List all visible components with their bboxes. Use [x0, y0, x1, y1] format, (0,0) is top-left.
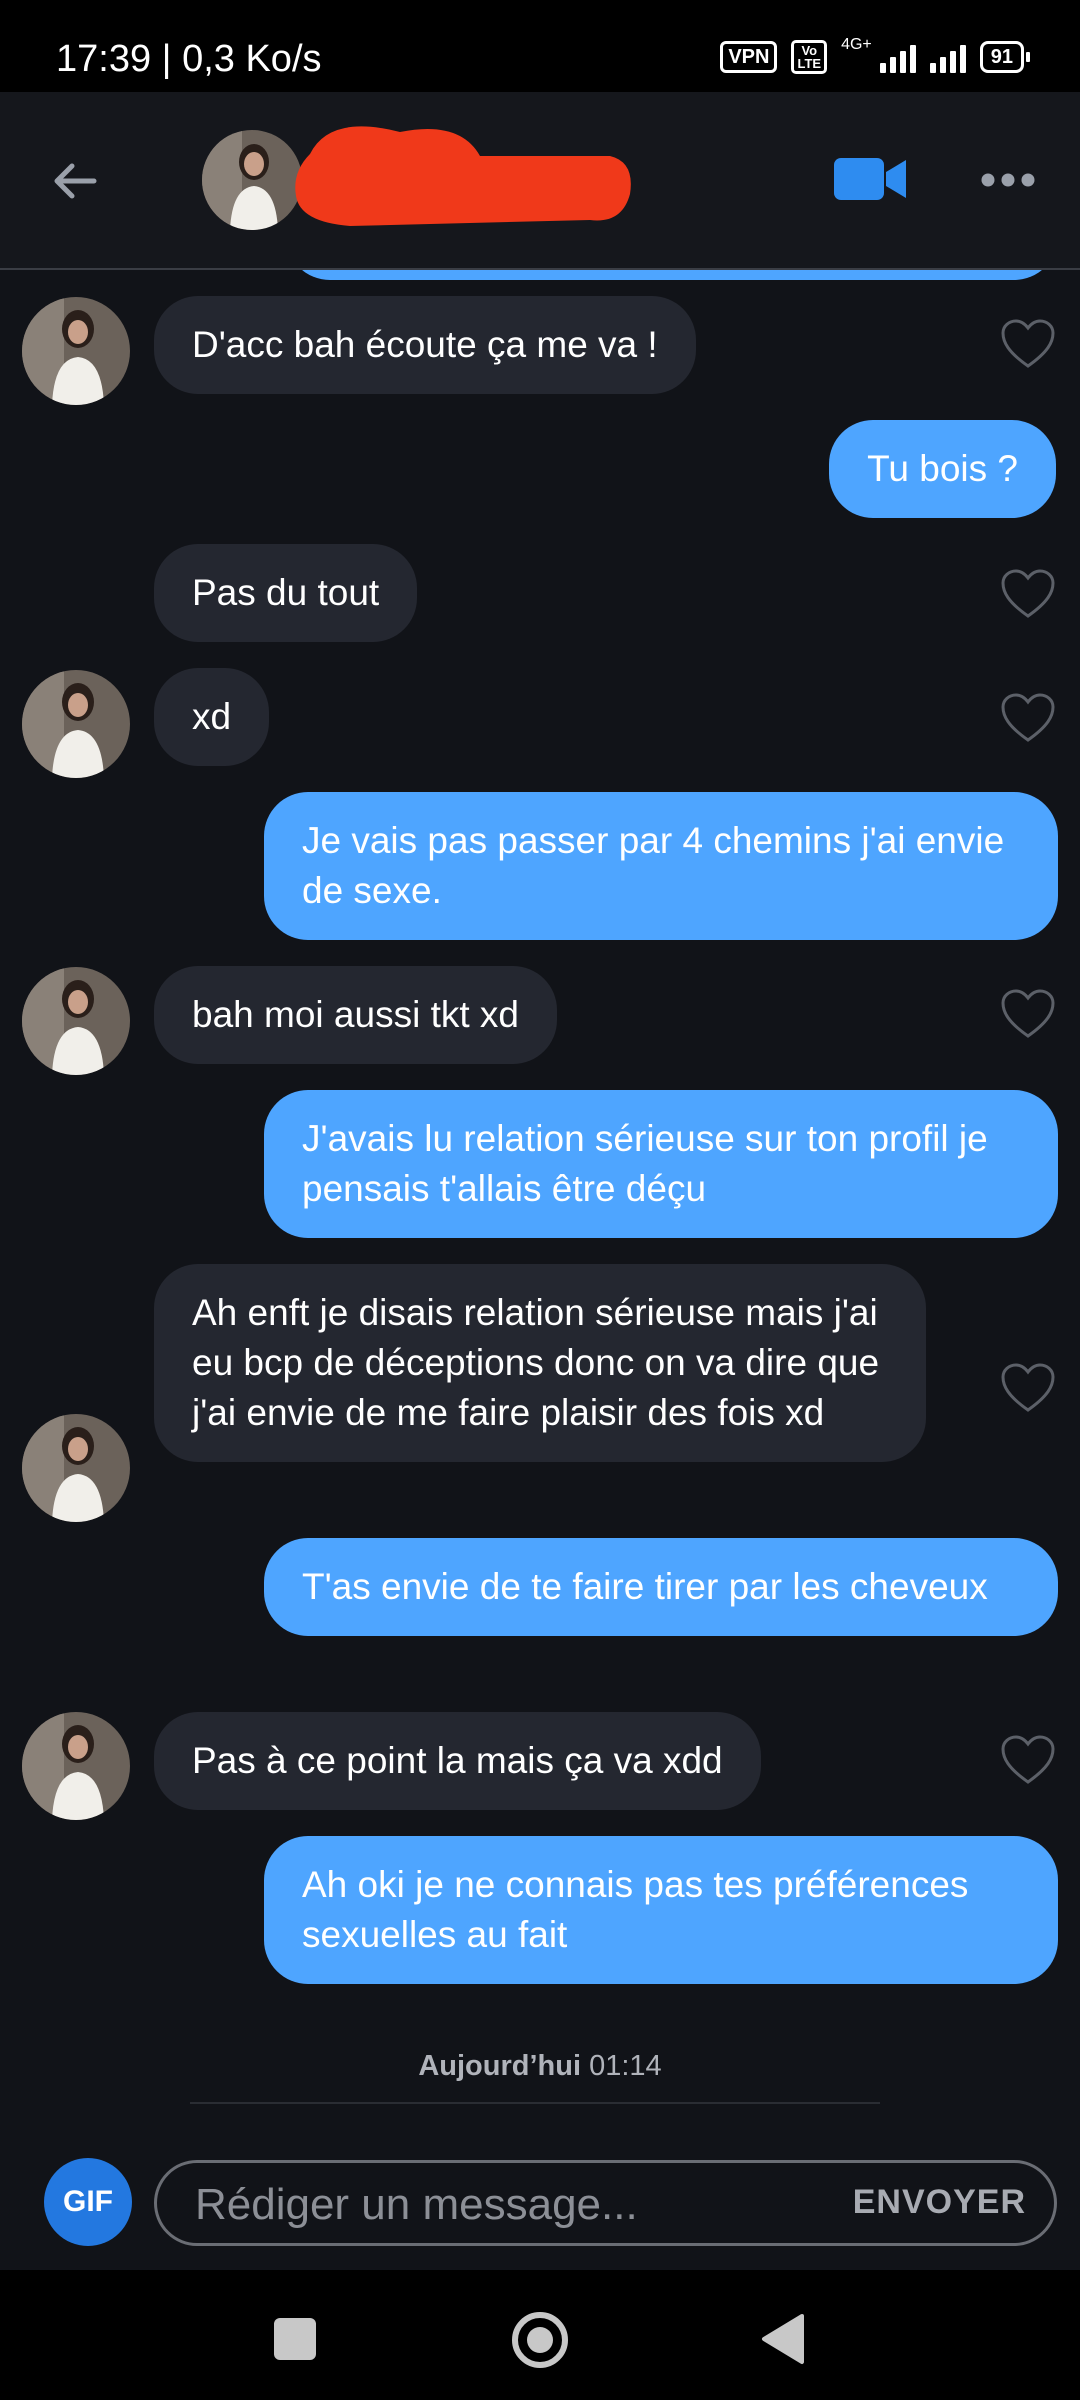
message-outgoing[interactable]: T'as envie de te faire tirer par les che… [264, 1538, 1058, 1636]
message-incoming[interactable]: Pas à ce point la mais ça va xdd [154, 1712, 761, 1810]
date-day: Aujourd’hui [418, 2050, 582, 2082]
message-incoming[interactable]: Ah enft je disais relation sérieuse mais… [154, 1264, 926, 1462]
send-button[interactable]: ENVOYER [853, 2183, 1026, 2222]
gif-button[interactable]: GIF [44, 2158, 132, 2246]
heart-icon[interactable] [1000, 568, 1056, 620]
video-camera-icon[interactable] [834, 154, 908, 204]
heart-icon[interactable] [1000, 692, 1056, 744]
message-outgoing[interactable]: Tu bois ? [829, 420, 1056, 518]
heart-icon[interactable] [1000, 318, 1056, 370]
contact-avatar-small[interactable] [22, 670, 130, 778]
message-outgoing[interactable]: Je vais pas passer par 4 chemins j'ai en… [264, 792, 1058, 940]
more-dots-icon[interactable] [980, 172, 1036, 188]
divider [190, 2102, 880, 2104]
message-composer: ENVOYER [154, 2160, 1057, 2246]
arrow-left-icon[interactable] [50, 156, 100, 206]
contact-avatar-small[interactable] [22, 1414, 130, 1522]
message-input[interactable] [193, 2171, 797, 2239]
signal-icon [879, 41, 916, 73]
message-outgoing[interactable]: J'avais lu relation sérieuse sur ton pro… [264, 1090, 1058, 1238]
home-icon[interactable] [510, 2310, 570, 2370]
message-outgoing[interactable]: Ah oki je ne connais pas tes préférences… [264, 1836, 1058, 1984]
system-navigation-bar [0, 2270, 1080, 2400]
heart-icon[interactable] [1000, 1362, 1056, 1414]
message-bubble-cut [286, 270, 1058, 280]
date-separator: Aujourd’hui 01:14 [0, 2050, 1080, 2083]
recents-icon[interactable] [274, 2318, 316, 2360]
chat-header [0, 92, 1080, 270]
message-incoming[interactable]: xd [154, 668, 270, 766]
message-incoming[interactable]: bah moi aussi tkt xd [154, 966, 557, 1064]
date-time: 01:14 [589, 2050, 662, 2082]
contact-avatar-small[interactable] [22, 967, 130, 1075]
contact-avatar-small[interactable] [22, 1712, 130, 1820]
message-incoming[interactable]: D'acc bah écoute ça me va ! [154, 296, 696, 394]
status-icons: VPN Vo LTE 4G+ 91 [720, 36, 1031, 74]
message-incoming[interactable]: Pas du tout [154, 544, 418, 642]
volte-badge: Vo LTE [791, 40, 828, 74]
heart-icon[interactable] [1000, 1734, 1056, 1786]
status-time: 17:39 | 0,3 Ko/s [56, 38, 322, 80]
status-bar: 17:39 | 0,3 Ko/s VPN Vo LTE 4G+ 91 [0, 0, 1080, 92]
redacted-name [295, 126, 631, 226]
back-triangle-icon[interactable] [760, 2312, 806, 2366]
network-type: 4G+ [841, 36, 872, 53]
heart-icon[interactable] [1000, 988, 1056, 1040]
battery-icon: 91 [979, 41, 1031, 73]
contact-avatar[interactable] [202, 130, 302, 230]
vpn-badge: VPN [720, 41, 778, 73]
contact-avatar-small[interactable] [22, 297, 130, 405]
signal-icon-2 [929, 41, 966, 73]
